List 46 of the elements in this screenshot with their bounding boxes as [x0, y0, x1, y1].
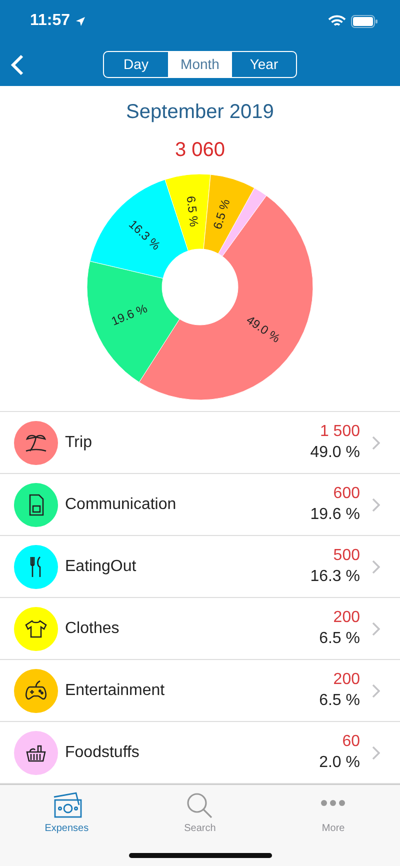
chevron-icon	[372, 560, 380, 574]
more-icon	[320, 800, 346, 806]
chevron-icon	[372, 684, 380, 698]
category-row[interactable]: Communication 600 19.6 %	[0, 474, 400, 536]
category-name: Entertainment	[65, 682, 166, 700]
search-icon	[184, 791, 215, 821]
total-amount: 3 060	[174, 139, 226, 162]
category-amount: 200	[333, 671, 360, 689]
category-percent: 16.3 %	[310, 568, 360, 586]
category-amount: 60	[342, 733, 360, 751]
category-amount: 600	[333, 485, 360, 503]
chevron-icon	[372, 746, 380, 760]
location-arrow-icon	[75, 16, 86, 26]
category-percent: 19.6 %	[310, 506, 360, 524]
period-segment[interactable]: Day	[104, 52, 168, 76]
category-row[interactable]: Entertainment 200 6.5 %	[0, 660, 400, 722]
battery-icon	[351, 14, 378, 28]
slice-label: 19.6 %	[109, 301, 150, 328]
category-amount: 200	[333, 609, 360, 627]
status-time: 11:57	[30, 12, 70, 30]
category-amount: 500	[333, 547, 360, 565]
slice-label: 6.5 %	[184, 195, 202, 228]
category-row[interactable]: EatingOut 500 16.3 %	[0, 536, 400, 598]
period-segment[interactable]: Year	[232, 52, 296, 76]
category-amount: 1 500	[320, 423, 360, 441]
tab-bar-item[interactable]: Expenses	[0, 785, 134, 835]
chevron-icon	[372, 622, 380, 636]
slice-label: 49.0 %	[244, 312, 283, 346]
category-percent: 2.0 %	[319, 754, 360, 772]
category-name: Trip	[65, 434, 93, 452]
category-row[interactable]: Trip 1 500 49.0 %	[0, 412, 400, 474]
category-name: Clothes	[65, 620, 120, 638]
period-segment[interactable]: Month	[168, 52, 232, 76]
category-percent: 49.0 %	[310, 444, 360, 462]
category-row[interactable]: Clothes 200 6.5 %	[0, 598, 400, 660]
chevron-icon	[372, 498, 380, 512]
category-name: Communication	[65, 496, 178, 514]
period-title: September 2019	[125, 101, 275, 124]
category-name: EatingOut	[65, 558, 138, 576]
slice-label: 6.5 %	[210, 197, 233, 231]
slice-label: 16.3 %	[126, 217, 164, 253]
category-percent: 6.5 %	[319, 630, 360, 648]
category-percent: 6.5 %	[319, 692, 360, 710]
chevron-icon	[372, 436, 380, 450]
category-name: Foodstuffs	[65, 744, 140, 762]
wifi-icon	[328, 14, 346, 28]
